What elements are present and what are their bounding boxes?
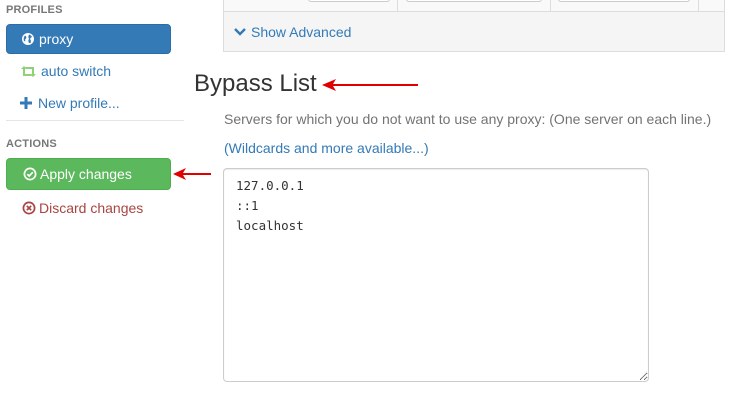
show-advanced-label: Show Advanced [251,23,352,40]
table-input-edge [308,0,390,2]
show-advanced-toggle[interactable]: Show Advanced [224,12,724,51]
wildcards-help-link[interactable]: (Wildcards and more available...) [224,140,429,156]
check-circle-icon [23,167,37,181]
times-circle-icon [22,201,36,215]
profiles-header: PROFILES [6,4,63,16]
sidebar-item-auto-switch[interactable]: auto switch [6,56,171,86]
sidebar-item-label: proxy [39,31,74,47]
chevron-down-icon [234,27,246,37]
table-cell-divider [397,0,398,12]
discard-changes-label: Discard changes [39,200,144,216]
sidebar-item-label: New profile... [38,95,120,111]
table-input-edge [558,0,690,2]
bypass-list-textarea[interactable] [223,168,649,382]
bypass-list-title: Bypass List [194,70,317,97]
table-cell-divider [698,0,699,12]
discard-changes-button[interactable]: Discard changes [6,193,171,223]
sidebar-item-label: auto switch [41,63,112,79]
table-cell-divider [550,0,551,12]
sidebar-item-new-profile[interactable]: New profile... [6,88,171,118]
advanced-panel: Show Advanced [223,0,725,52]
actions-header: ACTIONS [6,138,57,150]
table-input-edge [406,0,542,2]
apply-changes-button[interactable]: Apply changes [6,158,171,190]
sidebar-item-proxy[interactable]: proxy [6,24,171,54]
advanced-table-edge [224,0,724,12]
globe-icon [21,32,35,46]
plus-icon [20,97,32,109]
apply-changes-label: Apply changes [40,166,132,182]
bypass-help-text: Servers for which you do not want to use… [224,111,712,127]
annotation-arrow-left-icon [173,168,211,180]
sidebar-divider [6,120,184,121]
annotation-arrow-left-icon [322,79,418,91]
retweet-icon [20,65,37,78]
